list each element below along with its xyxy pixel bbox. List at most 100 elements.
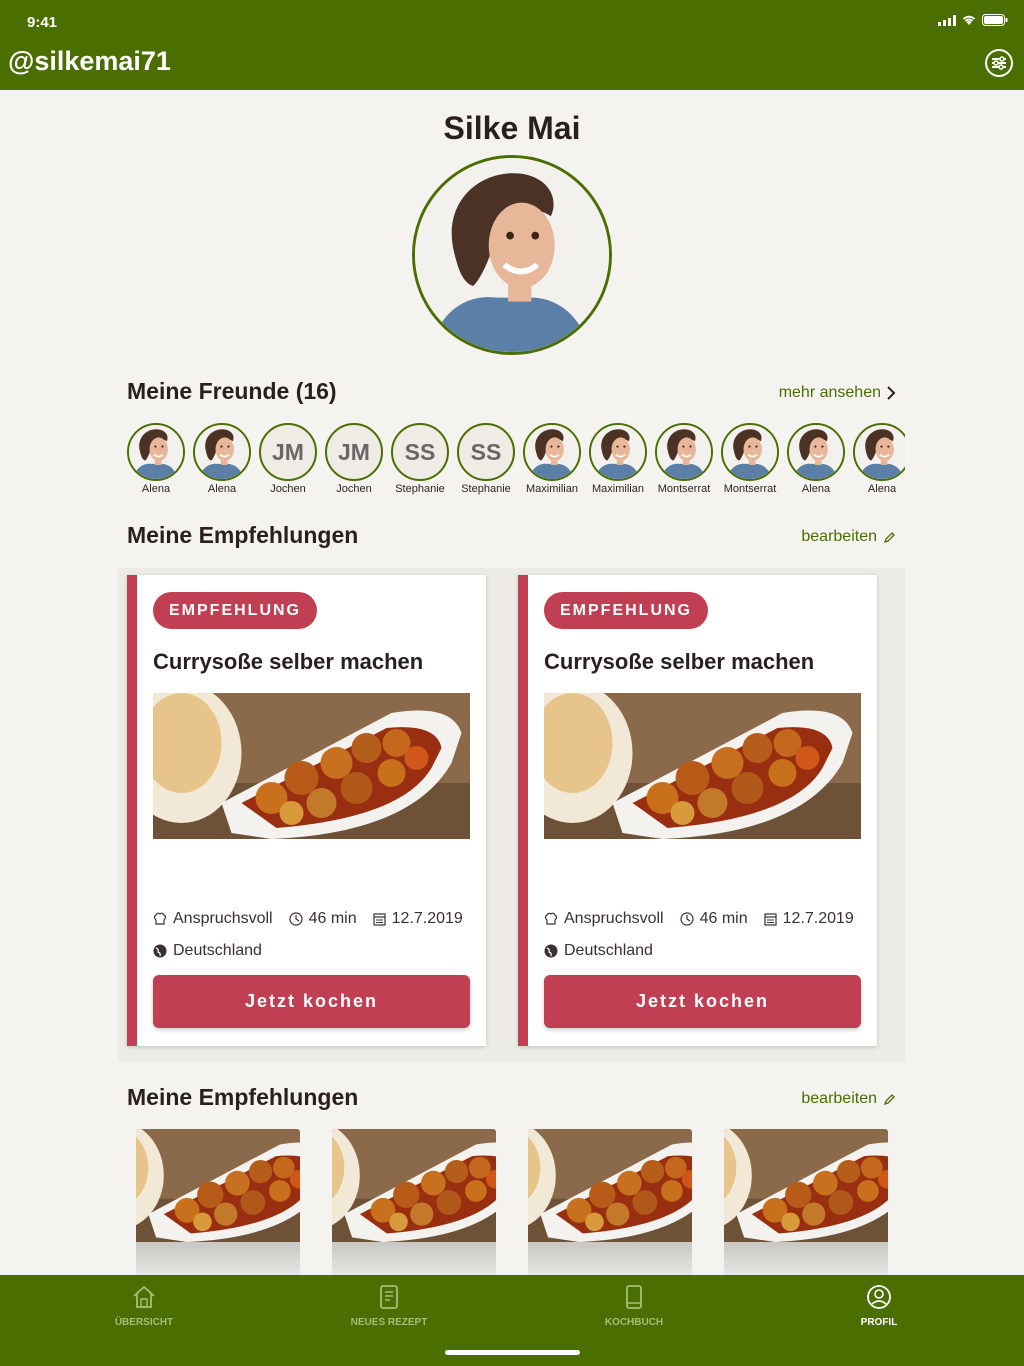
signal-icon	[938, 14, 956, 26]
recipe-country: Deutschland	[153, 942, 262, 960]
friend-avatar	[721, 423, 779, 481]
friends-list: Alena Alena JM Jochen JM Jochen SS Stephanie SS S…	[127, 423, 905, 495]
friend-avatar	[193, 423, 251, 481]
friend-item[interactable]: Montserrat	[721, 423, 779, 495]
calendar-icon	[764, 913, 777, 926]
edit-label-2: bearbeiten	[801, 1090, 877, 1107]
friends-title: Meine Freunde (16)	[127, 378, 337, 404]
friend-avatar	[589, 423, 647, 481]
tab-label: ÜBERSICHT	[114, 1317, 174, 1328]
friend-avatar: JM	[259, 423, 317, 481]
friend-name: Stephanie	[395, 483, 445, 495]
chevron-right-icon	[887, 386, 896, 400]
edit-recommendations-link[interactable]: bearbeiten	[801, 528, 896, 546]
pencil-icon	[883, 1093, 895, 1105]
friend-name: Alena	[207, 483, 237, 495]
tab-label: NEUES REZEPT	[350, 1317, 428, 1328]
recipe-title: Currysoße selber machen	[544, 649, 815, 674]
friend-item[interactable]: Alena	[193, 423, 251, 495]
recipe-country: Deutschland	[544, 942, 653, 960]
difficulty-text: Anspruchsvoll	[173, 910, 273, 927]
recipe-thumbnail[interactable]	[136, 1129, 300, 1275]
date-text: 12.7.2019	[391, 910, 463, 927]
friend-name: Montserrat	[657, 483, 711, 495]
edit-label: bearbeiten	[801, 528, 877, 545]
profile-name: Silke Mai	[443, 110, 581, 146]
friend-name: Alena	[867, 483, 897, 495]
friend-avatar: SS	[391, 423, 449, 481]
calendar-icon	[373, 913, 386, 926]
recommendation-thumbnails	[136, 1129, 888, 1275]
profile-icon	[867, 1285, 891, 1309]
wifi-icon	[962, 15, 976, 25]
chef-hat-icon	[153, 912, 167, 925]
recipe-thumbnail[interactable]	[332, 1129, 496, 1275]
see-more-label: mehr ansehen	[778, 384, 881, 401]
friend-item[interactable]: SS Stephanie	[457, 423, 515, 495]
globe-icon	[544, 944, 558, 958]
top-bar: 9:41 @silkemai71	[0, 0, 1024, 90]
friend-avatar: SS	[457, 423, 515, 481]
friend-name: Maximilian	[592, 483, 644, 495]
status-time: 9:41	[27, 14, 58, 31]
friend-item[interactable]: Alena	[853, 423, 905, 495]
recipe-thumbnail[interactable]	[528, 1129, 692, 1275]
friend-name: Alena	[801, 483, 831, 495]
profile-avatar[interactable]	[412, 155, 612, 355]
friend-avatar: JM	[325, 423, 383, 481]
tab-profile[interactable]: PROFIL	[799, 1283, 959, 1328]
friend-item[interactable]: JM Jochen	[259, 423, 317, 495]
country-text: Deutschland	[173, 942, 262, 959]
recipe-card[interactable]: EMPFEHLUNG Currysoße selber machen Anspruc…	[518, 575, 877, 1046]
recommendation-badge: EMPFEHLUNG	[153, 592, 317, 629]
edit-recommendations2-link[interactable]: bearbeiten	[801, 1090, 896, 1108]
friend-name: Stephanie	[461, 483, 511, 495]
friend-name: Alena	[141, 483, 171, 495]
cook-now-button[interactable]: Jetzt kochen	[153, 975, 470, 1028]
recipe-photo	[544, 693, 861, 839]
difficulty-text: Anspruchsvoll	[564, 910, 664, 927]
duration-text: 46 min	[308, 910, 357, 927]
friend-item[interactable]: Montserrat	[655, 423, 713, 495]
recommendations-title: Meine Empfehlungen	[127, 522, 359, 548]
see-more-friends-link[interactable]: mehr ansehen	[779, 384, 896, 402]
book-icon	[626, 1285, 642, 1309]
friend-name: Jochen	[270, 483, 306, 495]
date-text: 12.7.2019	[782, 910, 854, 927]
settings-menu-icon[interactable]	[984, 48, 1014, 78]
duration-text: 46 min	[699, 910, 748, 927]
friend-name: Jochen	[336, 483, 372, 495]
friend-name: Montserrat	[723, 483, 777, 495]
tab-label: PROFIL	[860, 1317, 898, 1328]
country-text: Deutschland	[564, 942, 653, 959]
recommendations2-title: Meine Empfehlungen	[127, 1084, 359, 1110]
clock-icon	[680, 912, 694, 926]
pencil-icon	[883, 531, 895, 543]
user-handle: @silkemai71	[8, 46, 171, 76]
friend-item[interactable]: Maximilian	[589, 423, 647, 495]
tab-new-recipe[interactable]: NEUES REZEPT	[309, 1283, 469, 1328]
globe-icon	[153, 944, 167, 958]
tab-overview[interactable]: ÜBERSICHT	[64, 1283, 224, 1328]
tab-cookbook[interactable]: KOCHBUCH	[554, 1283, 714, 1328]
friend-item[interactable]: Maximilian	[523, 423, 581, 495]
home-icon	[133, 1285, 155, 1308]
recommendation-badge: EMPFEHLUNG	[544, 592, 708, 629]
friend-avatar	[787, 423, 845, 481]
recipe-thumbnail[interactable]	[724, 1129, 888, 1275]
recipe-meta: Anspruchsvoll 46 min 12.7.2019	[544, 910, 854, 928]
friend-avatar	[853, 423, 905, 481]
friend-item[interactable]: JM Jochen	[325, 423, 383, 495]
recipe-icon	[380, 1285, 398, 1309]
clock-icon	[289, 912, 303, 926]
recipe-photo	[153, 693, 470, 839]
recipe-card[interactable]: EMPFEHLUNG Currysoße selber machen Anspruc…	[127, 575, 486, 1046]
tab-label: KOCHBUCH	[604, 1317, 664, 1328]
friend-item[interactable]: SS Stephanie	[391, 423, 449, 495]
status-icons	[938, 14, 1008, 26]
home-indicator	[445, 1350, 580, 1355]
friend-item[interactable]: Alena	[127, 423, 185, 495]
chef-hat-icon	[544, 912, 558, 925]
cook-now-button[interactable]: Jetzt kochen	[544, 975, 861, 1028]
friend-item[interactable]: Alena	[787, 423, 845, 495]
